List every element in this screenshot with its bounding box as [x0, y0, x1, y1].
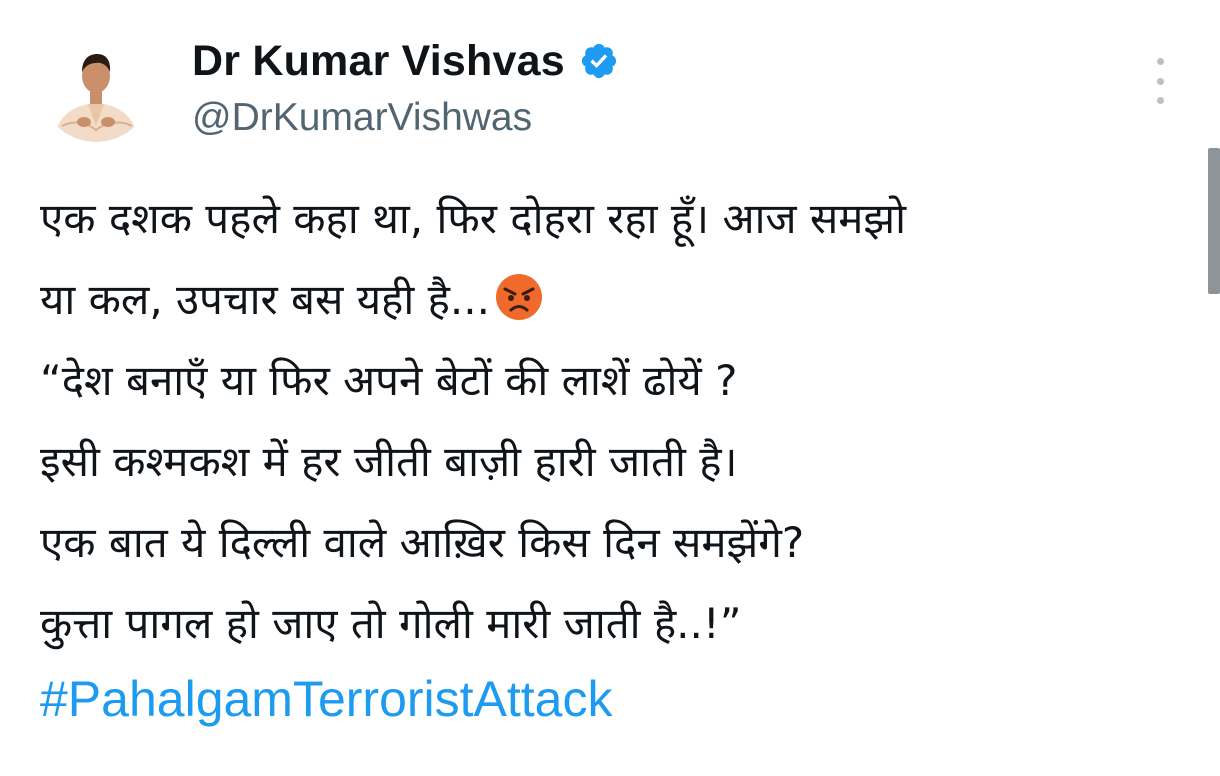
tweet-line: एक दशक पहले कहा था, फिर दोहरा रहा हूँ। आ… [40, 194, 907, 243]
tweet-line: कुत्ता पागल हो जाए तो गोली मारी जाती है.… [40, 599, 742, 648]
tweet-line: या कल, उपचार बस यही है... [40, 275, 490, 324]
author-display-name[interactable]: Dr Kumar Vishvas [192, 39, 565, 83]
tweet-line: इसी कश्मकश में हर जीती बाज़ी हारी जाती ह… [40, 437, 738, 486]
scrollbar-thumb[interactable] [1208, 148, 1220, 294]
name-row: Dr Kumar Vishvas [192, 30, 619, 92]
author-avatar[interactable] [40, 30, 152, 142]
tweet-header: Dr Kumar Vishvas @DrKumarVishwas [192, 30, 619, 137]
tweet-line: एक बात ये दिल्ली वाले आख़िर किस दिन समझे… [40, 518, 805, 567]
hashtag-link[interactable]: #PahalgamTerroristAttack [40, 666, 612, 732]
tweet-line-with-emoji: या कल, उपचार बस यही है... [40, 259, 1190, 340]
author-handle[interactable]: @DrKumarVishwas [192, 98, 619, 137]
more-options-button[interactable] [1142, 58, 1178, 104]
angry-face-icon [495, 274, 542, 320]
tweet-line: “देश बनाएँ या फिर अपने बेटों की लाशें ढो… [40, 356, 738, 405]
tweet-text: एक दशक पहले कहा था, फिर दोहरा रहा हूँ। आ… [40, 178, 1190, 732]
more-vertical-icon [1156, 58, 1164, 65]
verified-badge-icon [581, 43, 616, 79]
